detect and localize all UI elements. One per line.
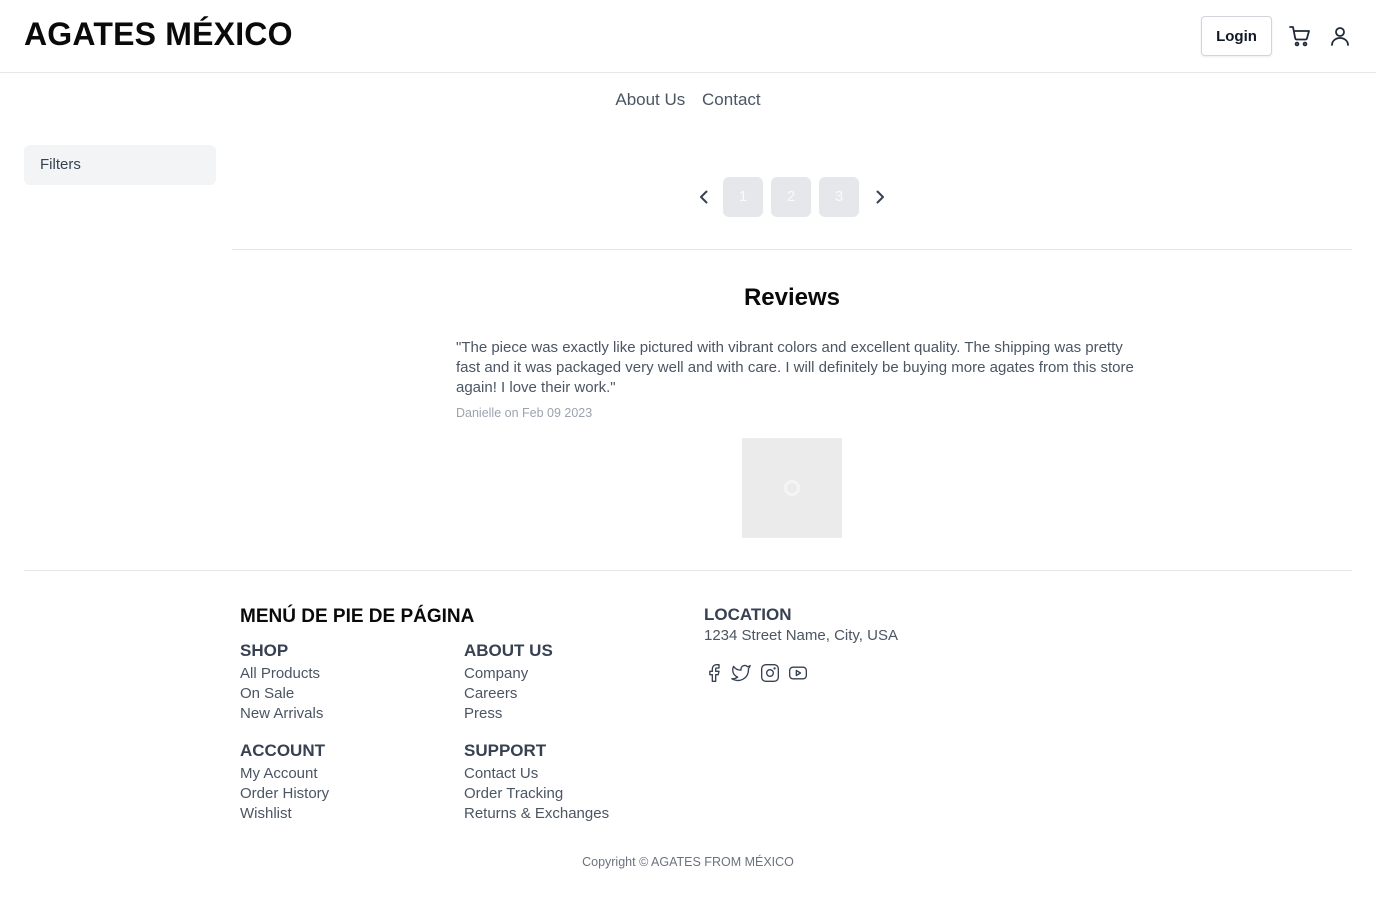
footer-column-account: ACCOUNT My Account Order History Wishlis… (240, 741, 329, 824)
footer-column-shop: SHOP All Products On Sale New Arrivals (240, 641, 323, 724)
footer-link[interactable]: Contact Us (464, 764, 609, 784)
loading-spinner-icon (784, 480, 800, 496)
youtube-icon[interactable] (788, 663, 808, 683)
footer-link[interactable]: Order Tracking (464, 784, 609, 804)
chevron-right-icon[interactable] (870, 187, 890, 207)
pagination: 1 2 3 (0, 177, 1376, 217)
footer-link[interactable]: Careers (464, 684, 553, 704)
site-header: AGATES MÉXICO Login (0, 0, 1376, 73)
footer-column-support: SUPPORT Contact Us Order Tracking Return… (464, 741, 609, 824)
brand-logo[interactable]: AGATES MÉXICO (24, 16, 293, 53)
footer-heading: ABOUT US (464, 641, 553, 660)
footer-link[interactable]: Order History (240, 784, 329, 804)
footer-link[interactable]: Press (464, 704, 553, 724)
footer-column-about-us: ABOUT US Company Careers Press (464, 641, 553, 724)
nav-contact-link[interactable]: Contact (702, 90, 761, 109)
footer-link[interactable]: Company (464, 664, 553, 684)
reviews-heading: Reviews (743, 284, 841, 311)
review-text: "The piece was exactly like pictured wit… (456, 339, 1134, 396)
footer-link[interactable]: On Sale (240, 684, 323, 704)
footer-heading: SHOP (240, 641, 289, 660)
location-heading: LOCATION (704, 605, 792, 624)
twitter-icon[interactable] (731, 663, 751, 683)
cart-icon[interactable] (1288, 24, 1312, 48)
footer-link[interactable]: Wishlist (240, 804, 329, 824)
review-image (742, 438, 842, 538)
footer-heading: ACCOUNT (240, 741, 325, 760)
location-address: 1234 Street Name, City, USA (704, 627, 898, 644)
footer-link[interactable]: All Products (240, 664, 323, 684)
copyright-text: Copyright © AGATES FROM MÉXICO (582, 855, 794, 869)
section-divider (232, 249, 1352, 250)
footer-link[interactable]: Returns & Exchanges (464, 804, 609, 824)
page-2-button[interactable]: 2 (771, 177, 811, 217)
footer-heading: SUPPORT (464, 741, 547, 760)
footer-menu-title: MENÚ DE PIE DE PÁGINA (240, 606, 475, 627)
page-3-button[interactable]: 3 (819, 177, 859, 217)
footer-divider (24, 570, 1352, 571)
nav-about-us-link[interactable]: About Us (615, 90, 685, 109)
page-1-button[interactable]: 1 (723, 177, 763, 217)
footer-link[interactable]: My Account (240, 764, 329, 784)
chevron-left-icon[interactable] (694, 187, 714, 207)
facebook-icon[interactable] (704, 663, 724, 683)
review-author-date: Danielle on Feb 09 2023 (456, 406, 593, 420)
footer-link[interactable]: New Arrivals (240, 704, 323, 724)
login-button[interactable]: Login (1201, 16, 1272, 56)
user-icon[interactable] (1328, 24, 1352, 48)
instagram-icon[interactable] (760, 663, 780, 683)
top-nav: About Us Contact (0, 90, 1376, 110)
